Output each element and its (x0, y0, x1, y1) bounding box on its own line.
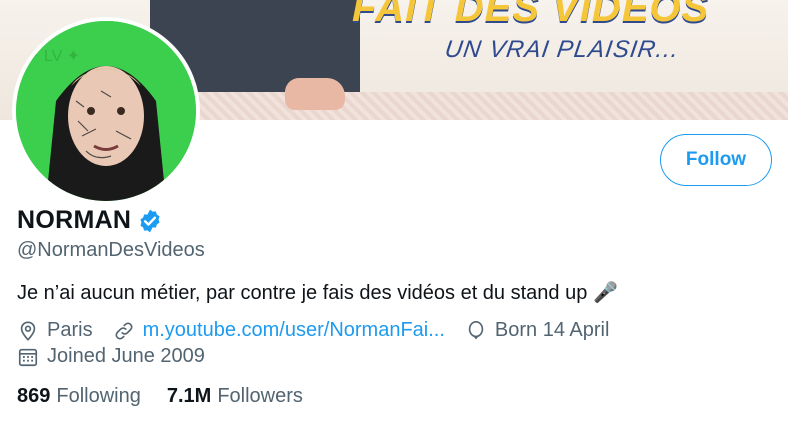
user-handle: @NormanDesVideos (17, 239, 205, 261)
following-label: Following (56, 385, 141, 407)
location-text: Paris (47, 319, 93, 341)
profile-stats: 869 Following 7.1M Followers (17, 385, 329, 408)
banner-tagline: UN VRAI PLAISIR... (443, 36, 682, 63)
followers-count: 7.1M (166, 385, 212, 407)
followers-label: Followers (217, 385, 303, 407)
location-pin-icon (20, 320, 36, 341)
website-link[interactable]: m.youtube.com/user/NormanFai... (143, 319, 445, 342)
link-icon (115, 322, 133, 339)
profile-meta: Paris m.youtube.com/user/NormanFai... Bo… (17, 319, 629, 342)
microphone-icon: 🎤 (593, 282, 619, 304)
joined-item: Joined June 2009 (17, 345, 205, 368)
bio-text: Je n’ai aucun métier, par contre je fais… (17, 282, 588, 304)
joined-row: Joined June 2009 (17, 345, 225, 368)
name-row: NORMAN (17, 206, 163, 235)
profile-bio: Je n’ai aucun métier, par contre je fais… (17, 280, 618, 305)
followers-link[interactable]: 7.1M Followers (167, 385, 303, 408)
following-count: 869 (17, 385, 51, 407)
svg-text:✦ LV ✦: ✦ LV ✦ (26, 48, 80, 65)
display-name: NORMAN (17, 206, 132, 234)
location-item: Paris (17, 319, 93, 342)
balloon-icon (468, 320, 484, 340)
verified-badge-icon (140, 209, 160, 232)
banner-hand (285, 78, 345, 110)
follow-button[interactable]: Follow (660, 134, 772, 186)
banner-headline: FAIT DES VIDEOS (352, 0, 710, 30)
avatar-image: ✦ LV ✦ ✦ LV (16, 21, 196, 201)
following-link[interactable]: 869 Following (17, 385, 141, 408)
avatar[interactable]: ✦ LV ✦ ✦ LV (12, 17, 200, 205)
website-item[interactable]: m.youtube.com/user/NormanFai... (113, 319, 445, 342)
calendar-icon (18, 348, 38, 366)
birthday-item: Born 14 April (465, 319, 610, 342)
joined-text: Joined June 2009 (47, 345, 205, 367)
banner-table (140, 92, 788, 120)
birthday-text: Born 14 April (494, 319, 610, 341)
